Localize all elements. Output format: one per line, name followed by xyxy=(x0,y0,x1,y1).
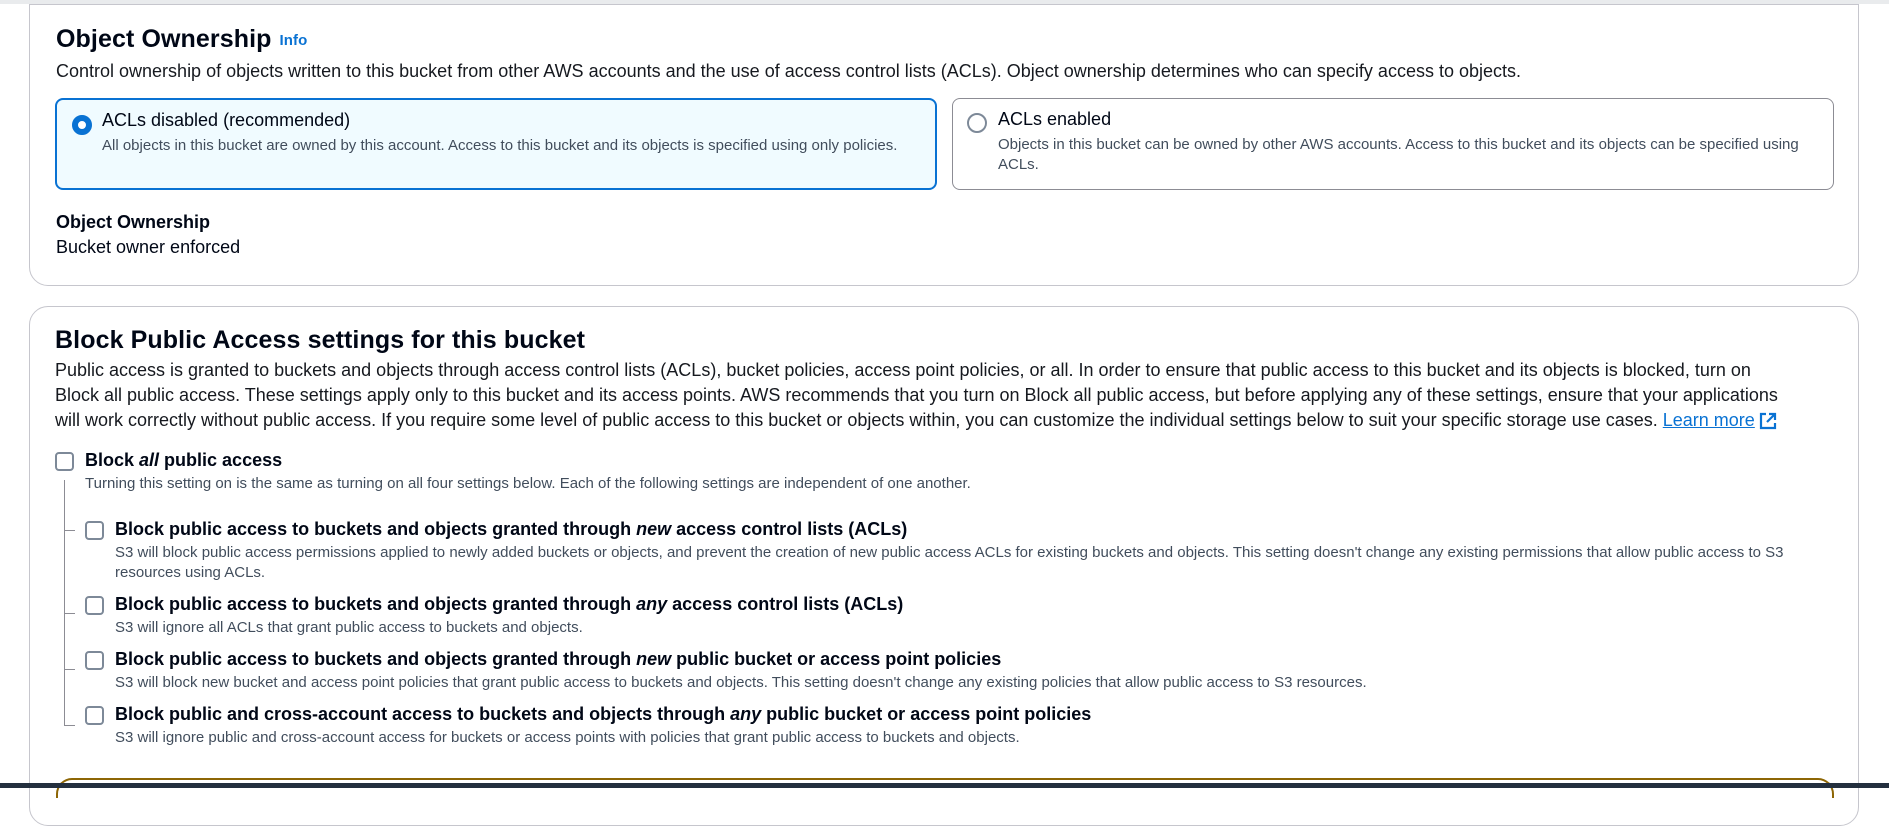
setting-label-pre: Block public access to buckets and objec… xyxy=(115,594,637,614)
block-all-label-em: all xyxy=(139,450,160,470)
block-any-policies-checkbox[interactable] xyxy=(85,706,104,725)
block-all-label: Block all public access xyxy=(85,450,282,471)
setting-label-pre: Block public and cross-account access to… xyxy=(115,704,731,724)
block-any-policies-description: S3 will ignore public and cross-account … xyxy=(115,729,1020,746)
tree-branch xyxy=(64,530,75,531)
object-ownership-label: Object Ownership xyxy=(56,212,211,232)
block-public-access-description: Public access is granted to buckets and … xyxy=(55,358,1795,433)
object-ownership-panel: Object Ownership Info Control ownership o… xyxy=(29,4,1859,286)
acls-disabled-label: ACLs disabled (recommended) xyxy=(102,110,351,130)
external-link-icon xyxy=(1759,413,1776,430)
block-public-access-title: Block Public Access settings for this bu… xyxy=(55,326,586,354)
object-ownership-heading: Object Ownership Info xyxy=(56,25,307,54)
info-link[interactable]: Info xyxy=(280,32,308,49)
block-all-checkbox[interactable] xyxy=(55,452,74,471)
radio-selected-icon[interactable] xyxy=(72,115,92,135)
block-public-access-description-text: Public access is granted to buckets and … xyxy=(55,360,1778,430)
block-any-policies-label: Block public and cross-account access to… xyxy=(115,704,1091,725)
acls-enabled-label: ACLs enabled xyxy=(998,109,1112,129)
block-any-acls-checkbox[interactable] xyxy=(85,596,104,615)
tree-branch xyxy=(64,613,75,614)
object-ownership-value: Bucket owner enforced xyxy=(56,237,241,257)
radio-unselected-icon[interactable] xyxy=(967,113,987,133)
setting-label-post: access control lists (ACLs) xyxy=(667,594,904,614)
block-all-label-post: public access xyxy=(159,450,283,470)
tree-branch xyxy=(64,669,75,670)
acls-disabled-tile[interactable]: ACLs disabled (recommended) All objects … xyxy=(55,98,937,190)
tree-branch xyxy=(64,725,75,726)
block-any-acls-label: Block public access to buckets and objec… xyxy=(115,594,903,615)
learn-more-link[interactable]: Learn more xyxy=(1663,410,1777,430)
setting-label-em: any xyxy=(730,704,762,724)
setting-label-pre: Block public access to buckets and objec… xyxy=(115,519,637,539)
bottom-bar xyxy=(0,783,1889,788)
setting-label-post: public bucket or access point policies xyxy=(761,704,1092,724)
block-new-acls-checkbox[interactable] xyxy=(85,521,104,540)
acls-disabled-description: All objects in this bucket are owned by … xyxy=(102,137,898,154)
block-new-policies-description: S3 will block new bucket and access poin… xyxy=(115,674,1367,691)
block-new-acls-description: S3 will block public access permissions … xyxy=(115,544,1784,581)
setting-label-em: any xyxy=(636,594,668,614)
acls-enabled-tile[interactable]: ACLs enabled Objects in this bucket can … xyxy=(952,98,1834,190)
block-new-policies-checkbox[interactable] xyxy=(85,651,104,670)
block-any-acls-description: S3 will ignore all ACLs that grant publi… xyxy=(115,619,583,636)
object-ownership-title: Object Ownership xyxy=(56,25,272,53)
block-all-description: Turning this setting on is the same as t… xyxy=(85,475,971,492)
setting-label-post: public bucket or access point policies xyxy=(671,649,1002,669)
block-new-policies-label: Block public access to buckets and objec… xyxy=(115,649,1001,670)
object-ownership-description: Control ownership of objects written to … xyxy=(56,61,1522,81)
block-new-acls-label: Block public access to buckets and objec… xyxy=(115,519,907,540)
acls-enabled-description: Objects in this bucket can be owned by o… xyxy=(998,136,1799,173)
setting-label-pre: Block public access to buckets and objec… xyxy=(115,649,637,669)
learn-more-label: Learn more xyxy=(1662,410,1755,430)
setting-label-em: new xyxy=(636,649,672,669)
setting-label-post: access control lists (ACLs) xyxy=(671,519,908,539)
tree-connector xyxy=(64,480,65,726)
setting-label-em: new xyxy=(636,519,672,539)
warning-alert xyxy=(56,778,1834,798)
block-all-label-pre: Block xyxy=(85,450,140,470)
